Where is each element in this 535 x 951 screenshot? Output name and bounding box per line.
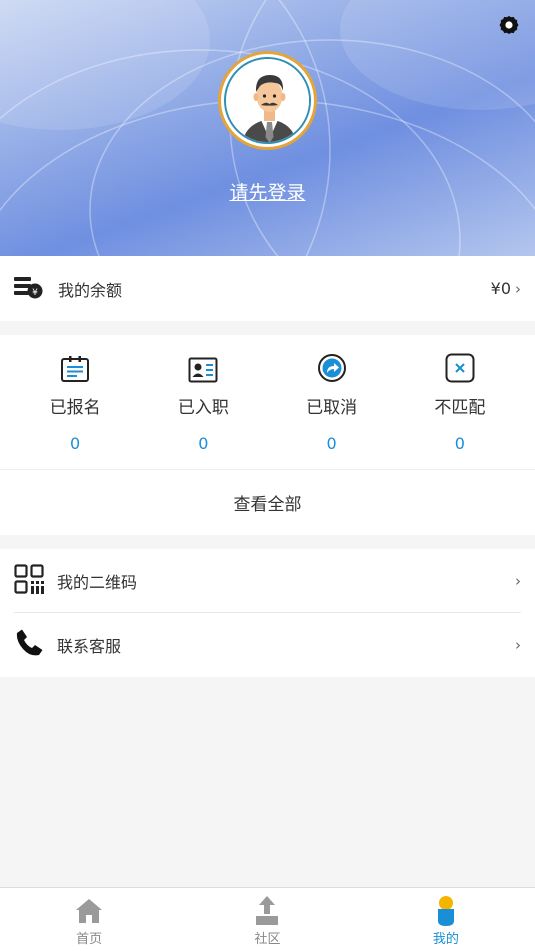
phone-icon (14, 628, 44, 662)
profile-icon (437, 896, 454, 926)
status-count: 0 (326, 434, 337, 453)
status-onboarded[interactable]: 已入职 0 (139, 350, 267, 470)
default-user-avatar-icon (226, 59, 309, 142)
tab-home[interactable]: 首页 (0, 888, 178, 951)
status-count: 0 (198, 434, 209, 453)
menu-item-customer-service[interactable]: 联系客服 › (0, 613, 535, 677)
avatar[interactable] (218, 51, 317, 150)
menu-item-label: 我的二维码 (57, 573, 138, 592)
id-card-icon (188, 357, 218, 383)
tab-profile[interactable]: 我的 (357, 888, 535, 951)
status-cancelled[interactable]: 已取消 0 (268, 350, 396, 470)
status-label: 不匹配 (434, 398, 486, 418)
view-all-button[interactable]: 查看全部 (0, 470, 535, 535)
tab-community[interactable]: 社区 (178, 888, 356, 951)
tab-label: 我的 (432, 932, 459, 947)
qr-code-icon (14, 564, 44, 598)
svg-text:¥: ¥ (32, 288, 38, 298)
status-mismatch[interactable]: 不匹配 0 (396, 350, 524, 470)
status-label: 已入职 (177, 398, 229, 418)
clipboard-icon (61, 356, 90, 382)
share-arrow-icon (317, 354, 346, 382)
login-link[interactable]: 请先登录 (0, 178, 535, 205)
status-label: 已报名 (49, 398, 101, 418)
wallet-coins-icon: ¥ (14, 274, 44, 304)
status-count: 0 (70, 434, 81, 453)
status-registered[interactable]: 已报名 0 (11, 350, 139, 470)
tab-label: 首页 (76, 932, 103, 947)
settings-gear-icon[interactable] (495, 12, 523, 40)
chevron-right-icon: › (515, 636, 521, 654)
tab-label: 社区 (254, 932, 281, 947)
community-icon (256, 896, 279, 925)
menu-item-label: 联系客服 (57, 637, 122, 656)
status-label: 已取消 (306, 398, 358, 418)
home-icon (76, 899, 103, 923)
balance-row[interactable]: ¥ 我的余额 ¥0 › (0, 256, 535, 321)
status-count: 0 (454, 434, 465, 453)
application-status-card: 已报名 0 已入职 0 已取消 0 不匹配 0 查看全部 (0, 335, 535, 535)
balance-value: ¥0 (490, 279, 511, 298)
menu-item-qr-code[interactable]: 我的二维码 › (0, 549, 535, 613)
profile-header: 请先登录 (0, 0, 535, 256)
balance-label: 我的余额 (58, 280, 123, 300)
chevron-right-icon: › (515, 572, 521, 590)
chevron-right-icon: › (515, 279, 521, 298)
bottom-tab-bar: 首页 社区 我的 (0, 887, 535, 951)
profile-menu: 我的二维码 › 联系客服 › (0, 549, 535, 677)
x-box-icon (445, 353, 475, 383)
